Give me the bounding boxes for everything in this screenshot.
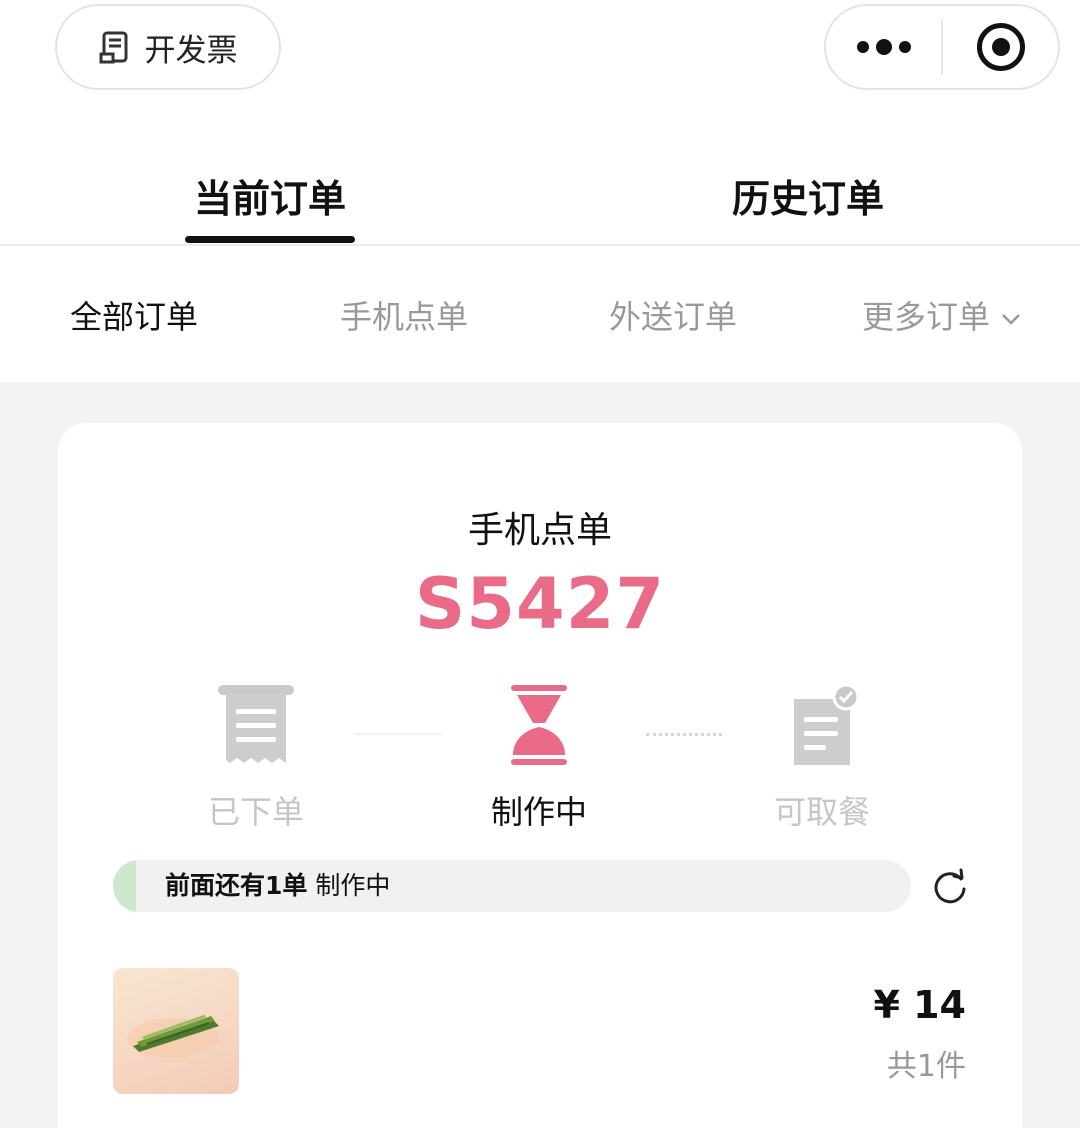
tab-current-orders[interactable]: 当前订单 — [194, 168, 346, 223]
refresh-icon[interactable] — [930, 867, 970, 907]
step-ordered-label: 已下单 — [207, 793, 304, 831]
more-menu-button[interactable] — [826, 6, 941, 88]
order-filter-tabs: 全部订单 手机点单 外送订单 更多订单 — [0, 248, 1080, 382]
order-card[interactable]: 手机点单 S5427 已下单 制作中 可取餐 前面还有1单 制作中 ¥ 14 共… — [58, 423, 1022, 1128]
filter-mobile-orders[interactable]: 手机点单 — [340, 292, 468, 338]
filter-all-orders[interactable]: 全部订单 — [70, 292, 198, 338]
order-number: S5427 — [414, 563, 666, 645]
item-count: 共1件 — [886, 1049, 966, 1084]
step-preparing-label: 制作中 — [490, 793, 587, 831]
step-preparing: 制作中 — [439, 683, 639, 833]
active-tab-indicator — [185, 236, 355, 243]
filter-more-orders[interactable]: 更多订单 — [862, 292, 1022, 338]
filter-more-label: 更多订单 — [862, 298, 991, 336]
step-ready-label: 可取餐 — [773, 793, 870, 831]
order-type: 手机点单 — [467, 510, 612, 551]
product-thumbnail — [113, 968, 239, 1094]
queue-progress-bar: 前面还有1单 制作中 — [113, 860, 911, 912]
food-image — [127, 1014, 219, 1058]
queue-status-suffix: 制作中 — [315, 871, 391, 900]
invoice-icon — [99, 31, 127, 64]
filter-delivery-orders[interactable]: 外送订单 — [609, 292, 737, 338]
step-ordered: 已下单 — [156, 683, 356, 833]
more-dots-icon — [856, 39, 911, 55]
invoice-label: 开发票 — [144, 32, 238, 69]
order-page: 开发票 当前订单 历史订单 全部订单 手机点单 外送订单 更多订单 手机点单 S… — [0, 0, 1080, 1128]
step-ready: 可取餐 — [722, 683, 922, 833]
hourglass-icon — [511, 685, 567, 765]
tab-history-orders[interactable]: 历史订单 — [732, 168, 884, 223]
target-close-icon — [976, 23, 1025, 71]
queue-ahead-count: 前面还有1单 — [165, 871, 308, 900]
main-tabs: 当前订单 历史订单 — [0, 150, 1080, 246]
queue-status-text: 前面还有1单 制作中 — [165, 860, 390, 912]
invoice-button[interactable]: 开发票 — [55, 4, 281, 90]
chevron-down-icon — [1002, 314, 1020, 325]
step-connector — [646, 733, 722, 736]
close-program-button[interactable] — [943, 6, 1058, 88]
queue-progress-fill — [113, 860, 136, 912]
step-connector — [354, 733, 442, 735]
ready-document-check-icon — [794, 683, 860, 765]
order-price: ¥ 14 — [873, 983, 966, 1027]
mini-program-capsule — [824, 4, 1060, 90]
receipt-icon — [218, 685, 294, 763]
